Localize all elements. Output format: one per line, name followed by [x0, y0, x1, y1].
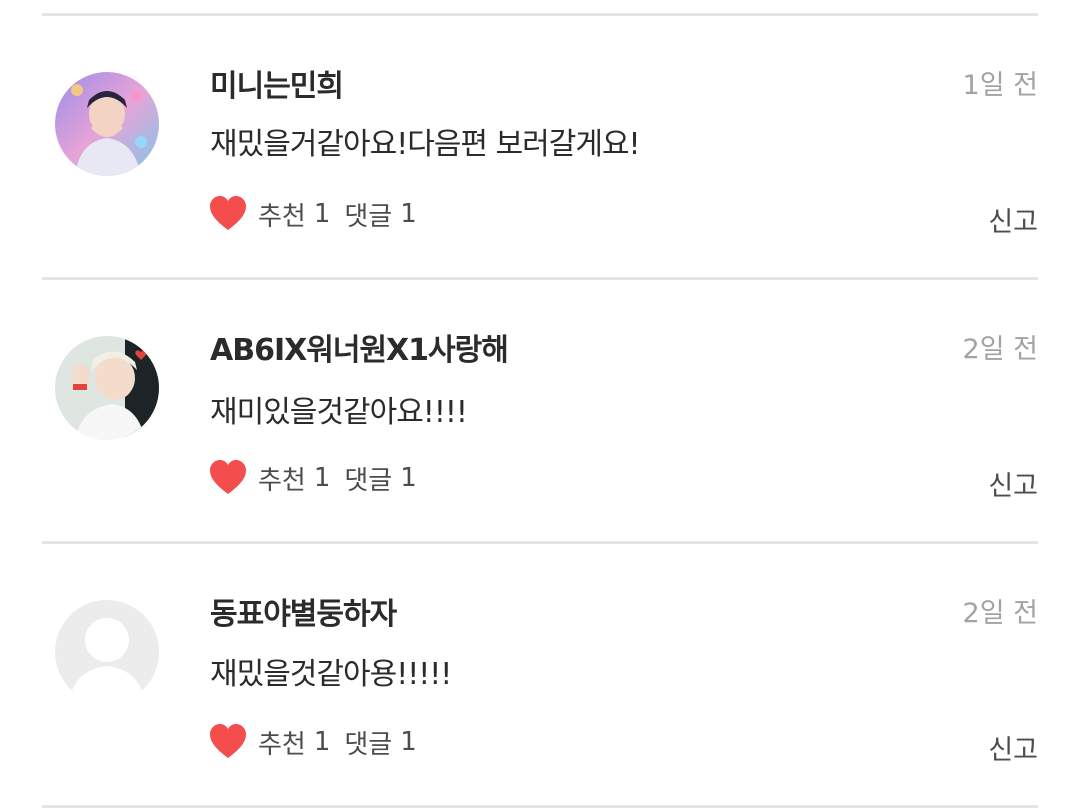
reply-button[interactable]: 댓글 — [344, 724, 392, 761]
comment-item: 동표야별둥하자 2일 전 재밌을것같아용!!!!! 추천 1 댓글 1 신고 — [0, 544, 1080, 808]
divider-bottom — [42, 805, 1038, 808]
comment-actions: 추천 1 댓글 1 — [208, 456, 425, 500]
like-count: 1 — [313, 199, 331, 229]
comment-author[interactable]: 미니는민희 — [210, 61, 344, 105]
avatar[interactable] — [55, 600, 159, 704]
comment-item: 미니는민희 1일 전 재밌을거같아요!다음편 보러갈게요! 추천 1 댓글 1 … — [0, 16, 1080, 280]
heart-icon[interactable] — [208, 194, 248, 234]
report-button[interactable]: 신고 — [988, 200, 1038, 239]
reply-count: 1 — [400, 463, 417, 493]
heart-icon[interactable] — [208, 722, 248, 762]
comment-text: 재미있을것같아요!!!! — [210, 395, 468, 430]
like-label: 추천 — [258, 465, 306, 496]
heart-icon[interactable] — [208, 458, 248, 498]
comment-text: 재밌을거같아요!다음편 보러갈게요! — [210, 127, 641, 162]
avatar[interactable] — [55, 72, 159, 176]
like-count: 1 — [313, 727, 331, 757]
comment-actions: 추천 1 댓글 1 — [208, 192, 425, 236]
reply-count: 1 — [400, 199, 417, 229]
like-label: 추천 — [258, 729, 306, 760]
comment-author[interactable]: 동표야별둥하자 — [210, 589, 397, 633]
reply-count: 1 — [400, 727, 417, 757]
report-button[interactable]: 신고 — [988, 464, 1038, 503]
comment-time: 2일 전 — [962, 598, 1038, 629]
comment-actions: 추천 1 댓글 1 — [208, 720, 425, 764]
comment-time: 1일 전 — [962, 70, 1038, 101]
report-button[interactable]: 신고 — [988, 728, 1038, 767]
comment-time: 2일 전 — [962, 334, 1038, 365]
like-label: 추천 — [258, 201, 306, 232]
comment-author[interactable]: AB6IX워너원X1사랑해 — [210, 325, 509, 369]
like-count: 1 — [313, 463, 331, 493]
comment-text: 재밌을것같아용!!!!! — [210, 657, 452, 692]
reply-button[interactable]: 댓글 — [344, 196, 392, 233]
reply-button[interactable]: 댓글 — [344, 460, 392, 497]
avatar[interactable] — [55, 336, 159, 440]
comment-item: AB6IX워너원X1사랑해 2일 전 재미있을것같아요!!!! 추천 1 댓글 … — [0, 280, 1080, 544]
